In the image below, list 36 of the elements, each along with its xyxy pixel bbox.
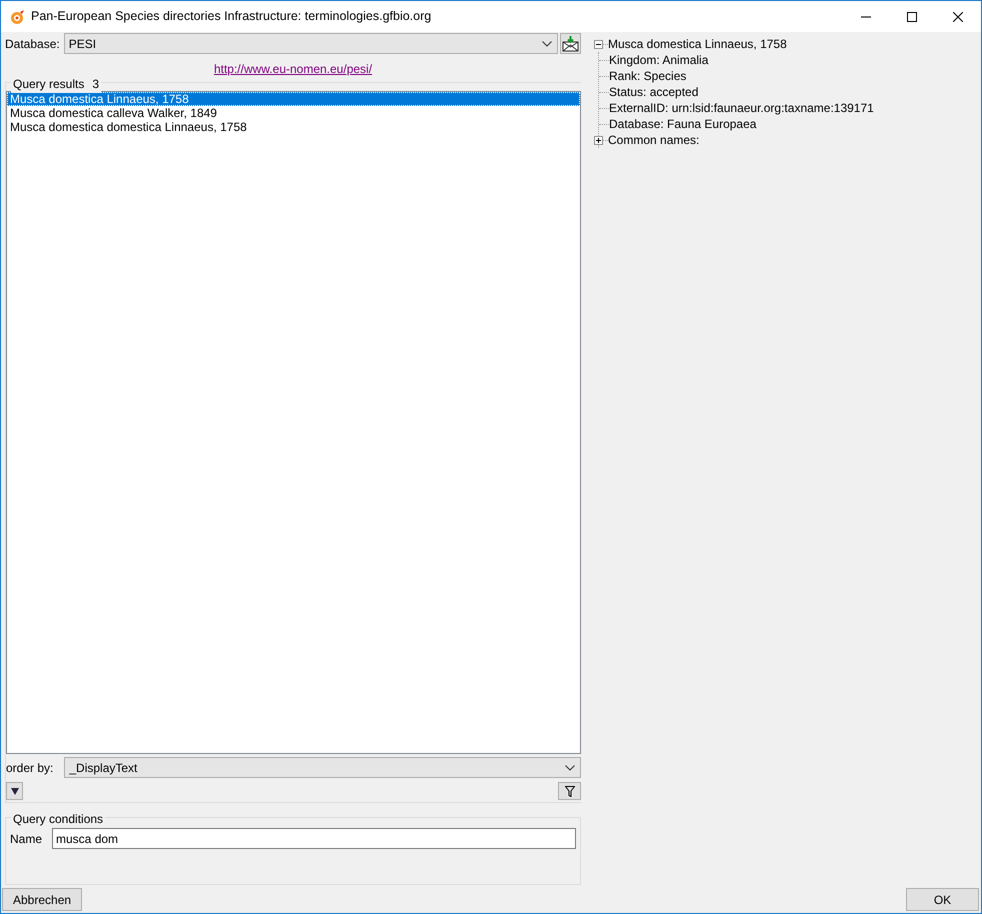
- collapse-icon[interactable]: [594, 40, 603, 48]
- field-label: Name: [10, 830, 42, 848]
- order-by-label: order by:: [6, 760, 54, 776]
- expand-button[interactable]: [6, 782, 23, 800]
- result-row[interactable]: Musca domestica calleva Walker, 1849: [7, 106, 580, 120]
- filter-button[interactable]: [558, 782, 581, 800]
- maximize-icon: [907, 12, 917, 22]
- database-label: Database:: [5, 36, 60, 52]
- tree-node[interactable]: Status: accepted: [609, 83, 698, 101]
- tree-node[interactable]: Common names:: [608, 131, 700, 149]
- database-link[interactable]: http://www.eu-nomen.eu/pesi/: [214, 62, 372, 76]
- tree-node[interactable]: ExternalID: urn:lsid:faunaeur.org:taxname:139171: [609, 99, 874, 117]
- expand-icon[interactable]: [594, 136, 603, 144]
- database-dropdown[interactable]: PESI: [64, 33, 558, 54]
- name-field[interactable]: musca dom: [52, 828, 576, 849]
- cancel-button[interactable]: Abbrechen: [2, 888, 82, 911]
- conditions-title: Query conditions: [13, 812, 104, 826]
- results-count: 3: [92, 77, 100, 91]
- chevron-down-icon: [542, 40, 552, 46]
- window-title: Pan-European Species directories Infrastructure: terminologies.gfbio.org: [31, 8, 432, 26]
- export-button[interactable]: [560, 33, 581, 54]
- chevron-down-icon: [565, 764, 575, 770]
- tree-node[interactable]: Database: Fauna Europaea: [609, 115, 756, 133]
- envelope-icon: [562, 35, 579, 52]
- result-row[interactable]: Musca domestica domestica Linnaeus, 1758: [7, 120, 580, 134]
- filter-icon: [564, 786, 574, 796]
- tree-node[interactable]: Musca domestica Linnaeus, 1758: [608, 35, 787, 53]
- triangle-down-icon: [10, 787, 18, 795]
- tree-node[interactable]: Rank: Species: [609, 67, 686, 85]
- result-row[interactable]: Musca domestica Linnaeus, 1758: [7, 92, 580, 106]
- order-by-dropdown[interactable]: _DisplayText: [64, 757, 581, 778]
- app-logo-icon: [9, 8, 25, 24]
- tree-node[interactable]: Kingdom: Animalia: [609, 51, 708, 69]
- ok-button[interactable]: OK: [906, 888, 979, 911]
- results-label: Query results: [13, 77, 84, 91]
- close-icon: [953, 12, 963, 22]
